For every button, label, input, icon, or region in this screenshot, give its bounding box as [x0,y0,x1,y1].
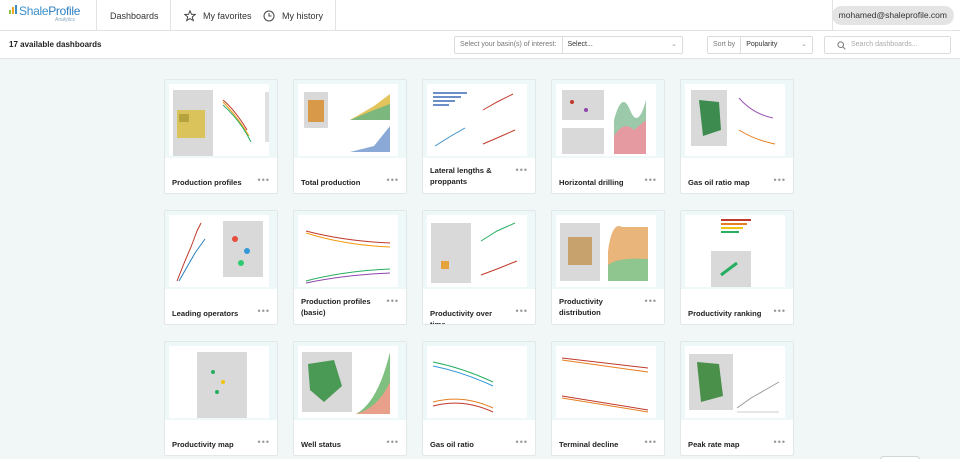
search-box[interactable]: Search dashboards... [824,36,951,54]
nav-favorites[interactable]: My favorites [184,0,252,31]
dashboard-thumbnail [294,211,406,289]
more-options-icon[interactable]: ••• [258,175,270,185]
dashboard-thumbnail [681,80,793,158]
dashboard-thumbnail [165,80,277,158]
more-options-icon[interactable]: ••• [387,296,399,306]
nav-favorites-label: My favorites [203,10,252,21]
top-bar: ShaleProfile Analytics Dashboards My fav… [0,0,960,31]
dashboard-thumbnail [423,211,535,289]
more-options-icon[interactable]: ••• [645,437,657,447]
dashboard-card[interactable]: Productivity map ••• [164,341,278,456]
more-options-icon[interactable]: ••• [516,306,528,316]
filter-bar: 17 available dashboards Select your basi… [0,31,960,59]
dashboard-card[interactable]: Well status ••• [293,341,407,456]
dashboard-thumbnail [681,342,793,420]
more-options-icon[interactable]: ••• [774,175,786,185]
dashboard-thumbnail [552,342,664,420]
dashboard-title: Well status [301,440,341,449]
dashboard-thumbnail [165,342,277,420]
nav-history-label: My history [282,10,324,21]
dashboard-title: Production profiles (basic) [301,297,371,317]
search-icon [837,41,846,50]
chevron-down-icon: ⌄ [671,41,677,48]
dashboard-title: Lateral lengths & proppants [430,166,492,186]
dashboard-title: Gas oil ratio map [688,178,750,187]
basin-select-label: Select your basin(s) of interest: [455,37,563,53]
dashboard-thumbnail [681,211,793,289]
search-input[interactable]: Search dashboards... [851,37,918,53]
sort-label: Sort by [708,37,742,53]
dashboard-thumbnail [294,342,406,420]
logo-icon [9,5,17,14]
dashboard-card[interactable]: Production profiles ••• [164,79,278,194]
more-options-icon[interactable]: ••• [387,175,399,185]
dashboard-card[interactable]: Peak rate map ••• [680,341,794,456]
dashboard-title: Productivity map [172,440,234,449]
dashboard-card[interactable]: Leading operators ••• [164,210,278,325]
dashboard-title: Productivity over time [430,309,493,325]
more-options-icon[interactable]: ••• [516,437,528,447]
dashboard-card[interactable]: Gas oil ratio map ••• [680,79,794,194]
dashboard-thumbnail [423,80,535,158]
shaleprofile-logo[interactable]: ShaleProfile Analytics [9,3,89,27]
clock-icon [263,10,275,21]
dashboard-title: Leading operators [172,309,239,318]
dashboard-thumbnail [552,211,664,289]
more-options-icon[interactable]: ••• [387,437,399,447]
dashboard-thumbnail [552,80,664,158]
nav-dashboards[interactable]: Dashboards [110,0,159,31]
dashboard-card[interactable]: Productivity over time ••• [422,210,536,325]
dashboard-card[interactable]: Horizontal drilling ••• [551,79,665,194]
dashboard-title: Productivity ranking [688,309,762,318]
user-menu[interactable]: mohamed@shaleprofile.com [831,6,954,25]
sort-value: Popularity [746,41,778,48]
more-options-icon[interactable]: ••• [645,296,657,306]
dashboard-title: Production profiles [172,178,242,187]
dashboard-thumbnail [165,211,277,289]
dashboard-card[interactable]: Productivity distribution ••• [551,210,665,325]
dashboard-card[interactable]: Terminal decline ••• [551,341,665,456]
dashboard-title: Total production [301,178,361,187]
nav-dashboards-label: Dashboards [110,10,159,21]
dashboard-count: 17 available dashboards [9,40,102,49]
dashboard-card[interactable]: Productivity ranking ••• [680,210,794,325]
dashboard-title: Productivity distribution [559,297,603,317]
dashboard-card[interactable]: Production profiles (basic) ••• [293,210,407,325]
more-options-icon[interactable]: ••• [258,306,270,316]
chevron-down-icon: ⌄ [801,41,807,48]
more-options-icon[interactable]: ••• [258,437,270,447]
basin-select[interactable]: Select your basin(s) of interest: Select.… [454,36,683,54]
sort-select[interactable]: Sort by Popularity ⌄ [707,36,813,54]
more-options-icon[interactable]: ••• [774,306,786,316]
more-options-icon[interactable]: ••• [516,165,528,175]
more-options-icon[interactable]: ••• [774,437,786,447]
star-icon [184,9,196,22]
dashboard-thumbnail [294,80,406,158]
dashboard-title: Gas oil ratio [430,440,474,449]
dashboard-card[interactable]: Gas oil ratio ••• [422,341,536,456]
nav-history[interactable]: My history [263,0,323,31]
dashboard-title: Horizontal drilling [559,178,624,187]
dashboard-thumbnail [423,342,535,420]
dashboard-card[interactable]: Lateral lengths & proppants ••• [422,79,536,194]
basin-select-value: Select... [567,41,593,48]
dashboard-title: Terminal decline [559,440,619,449]
more-options-icon[interactable]: ••• [645,175,657,185]
dashboard-title: Peak rate map [688,440,740,449]
dashboard-card[interactable]: Total production ••• [293,79,407,194]
logo-subtext: Analytics [55,17,76,23]
